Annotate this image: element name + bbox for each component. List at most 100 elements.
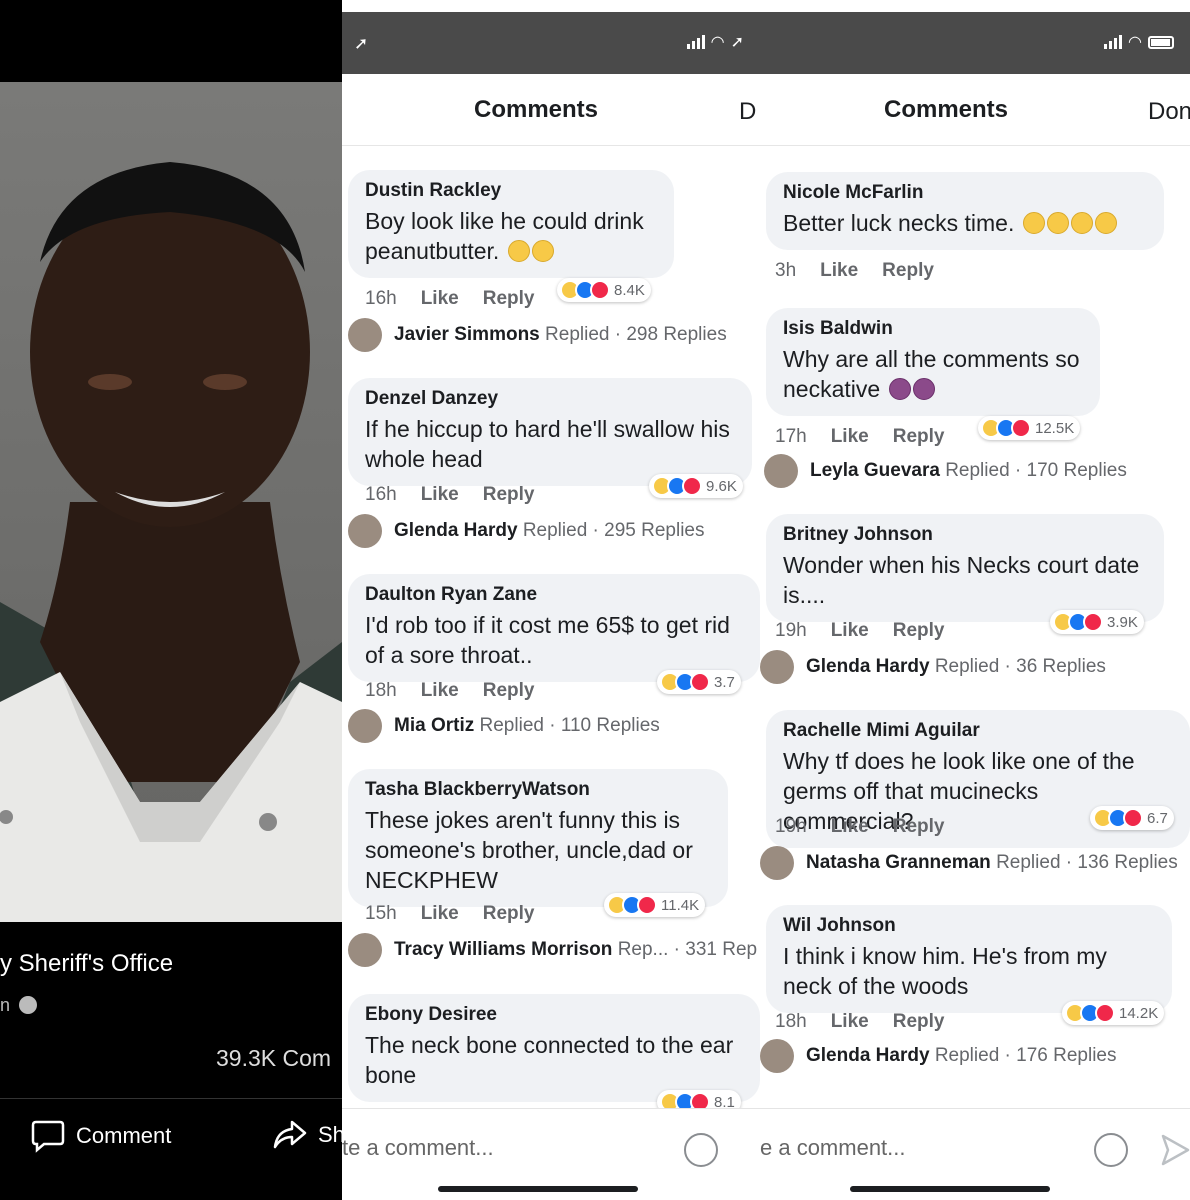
reply-link[interactable]: Reply [483, 680, 535, 702]
avatar [760, 1039, 794, 1073]
comments-panel-middle: ➚ ◠ ➚ Comments D Dustin Rackley Boy look… [342, 0, 760, 1200]
like-link[interactable]: Like [831, 620, 869, 642]
comment-time: 19h [775, 816, 807, 837]
send-icon[interactable] [1160, 1133, 1190, 1167]
reply-author: Javier Simmons [394, 324, 540, 345]
comment-meta: 15h Like Reply [365, 903, 534, 925]
comment-button[interactable]: Comment [30, 1119, 171, 1153]
reaction-count: 3.7 [714, 673, 735, 691]
comment-bubble: Britney Johnson Wonder when his Necks co… [766, 514, 1164, 622]
reply-summary[interactable]: Glenda Hardy Replied · 295 Replies [348, 514, 705, 548]
comment-time: 18h [365, 680, 397, 701]
reply-summary[interactable]: Tracy Williams Morrison Rep... · 331 Rep [348, 933, 757, 967]
love-icon [637, 895, 657, 915]
comment-author[interactable]: Ebony Desiree [365, 1004, 743, 1026]
love-icon [1083, 612, 1103, 632]
emoji-icon[interactable] [1094, 1133, 1128, 1167]
like-link[interactable]: Like [421, 680, 459, 702]
status-bar: ➚ ◠ ➚ [342, 12, 760, 74]
avatar [348, 318, 382, 352]
love-icon [1011, 418, 1031, 438]
reaction-summary[interactable]: 9.6K [649, 474, 743, 498]
done-button[interactable]: D [739, 98, 756, 126]
comment-author[interactable]: Wil Johnson [783, 915, 1155, 937]
reply-summary[interactable]: Mia Ortiz Replied · 110 Replies [348, 709, 660, 743]
signal-icon [686, 35, 705, 49]
reply-link[interactable]: Reply [893, 620, 945, 642]
like-link[interactable]: Like [421, 288, 459, 310]
love-icon [1095, 1003, 1115, 1023]
reply-count: Replied · 136 Replies [996, 852, 1178, 873]
like-link[interactable]: Like [831, 816, 869, 838]
emoji-icon[interactable] [684, 1133, 718, 1167]
reaction-summary[interactable]: 3.9K [1050, 610, 1144, 634]
reaction-summary[interactable]: 11.4K [604, 893, 706, 917]
reply-author: Natasha Granneman [806, 852, 991, 873]
comment-author[interactable]: Nicole McFarlin [783, 182, 1147, 204]
reply-summary[interactable]: Natasha Granneman Replied · 136 Replies [760, 846, 1178, 880]
comment-text: I think i know him. He's from my neck of… [783, 943, 1107, 999]
comment-text: Boy look like he could drink peanutbutte… [365, 208, 644, 264]
comment-meta: 19h Like Reply [775, 816, 944, 838]
avatar [348, 709, 382, 743]
reply-link[interactable]: Reply [893, 816, 945, 838]
love-icon [682, 476, 702, 496]
like-link[interactable]: Like [421, 903, 459, 925]
comment-count[interactable]: 39.3K Com [216, 1045, 331, 1072]
comment-bubble: Dustin Rackley Boy look like he could dr… [348, 170, 674, 278]
reply-summary[interactable]: Leyla Guevara Replied · 170 Replies [764, 454, 1127, 488]
reply-summary[interactable]: Javier Simmons Replied · 298 Replies [348, 318, 727, 352]
reply-summary[interactable]: Glenda Hardy Replied · 36 Replies [760, 650, 1106, 684]
reply-link[interactable]: Reply [483, 288, 535, 310]
wifi-icon: ◠ [1128, 34, 1142, 51]
shrug-emoji-icon [912, 378, 935, 400]
reaction-summary[interactable]: 6.7 [1090, 806, 1174, 830]
reply-count: Replied · 176 Replies [934, 1045, 1117, 1066]
location-arrow-icon: ➚ [354, 34, 369, 53]
comment-author[interactable]: Dustin Rackley [365, 180, 657, 202]
share-button[interactable]: Sh [272, 1119, 342, 1151]
reaction-summary[interactable]: 14.2K [1062, 1001, 1165, 1025]
page-title: Comments [474, 96, 599, 123]
reaction-summary[interactable]: 12.5K [978, 416, 1081, 440]
comment-author[interactable]: Isis Baldwin [783, 318, 1083, 340]
comment-time: 16h [365, 288, 397, 309]
status-area [0, 0, 342, 82]
comment-bubble: Isis Baldwin Why are all the comments so… [766, 308, 1100, 416]
reaction-summary[interactable]: 3.7 [657, 670, 741, 694]
page-name[interactable]: y Sheriff's Office [0, 950, 173, 978]
like-link[interactable]: Like [820, 260, 858, 282]
reply-link[interactable]: Reply [893, 426, 945, 448]
reply-count: Replied · 110 Replies [479, 715, 660, 736]
reply-link[interactable]: Reply [893, 1011, 945, 1033]
share-icon [273, 1120, 307, 1149]
status-bar: ◠ [760, 12, 1190, 74]
comment-composer: te a comment... [342, 1108, 760, 1200]
comment-input[interactable]: te a comment... [342, 1135, 494, 1161]
comment-author[interactable]: Daulton Ryan Zane [365, 584, 743, 606]
like-link[interactable]: Like [831, 1011, 869, 1033]
comment-time: 17h [775, 426, 807, 447]
reply-count: Replied · 170 Replies [945, 460, 1127, 481]
comment-author[interactable]: Denzel Danzey [365, 388, 735, 410]
comment-bubble: Ebony Desiree The neck bone connected to… [348, 994, 760, 1102]
reply-link[interactable]: Reply [483, 484, 535, 506]
comment-time: 15h [365, 903, 397, 924]
reaction-summary[interactable]: 8.4K [557, 278, 651, 302]
comment-meta: 17h Like Reply [775, 426, 944, 448]
reply-link[interactable]: Reply [882, 260, 934, 282]
like-link[interactable]: Like [421, 484, 459, 506]
reply-author: Tracy Williams Morrison [394, 939, 613, 960]
done-button[interactable]: Don [1148, 98, 1190, 126]
comment-meta: 18h Like Reply [365, 680, 534, 702]
like-link[interactable]: Like [831, 426, 869, 448]
comment-text: The neck bone connected to the ear bone [365, 1032, 734, 1088]
comment-input[interactable]: e a comment... [760, 1135, 906, 1161]
grimacing-emoji-icon [1070, 212, 1093, 234]
comment-author[interactable]: Britney Johnson [783, 524, 1147, 546]
comment-time: 3h [775, 260, 797, 281]
comment-author[interactable]: Rachelle Mimi Aguilar [783, 720, 1173, 742]
reply-summary[interactable]: Glenda Hardy Replied · 176 Replies [760, 1039, 1117, 1073]
reply-link[interactable]: Reply [483, 903, 535, 925]
comment-author[interactable]: Tasha BlackberryWatson [365, 779, 711, 801]
